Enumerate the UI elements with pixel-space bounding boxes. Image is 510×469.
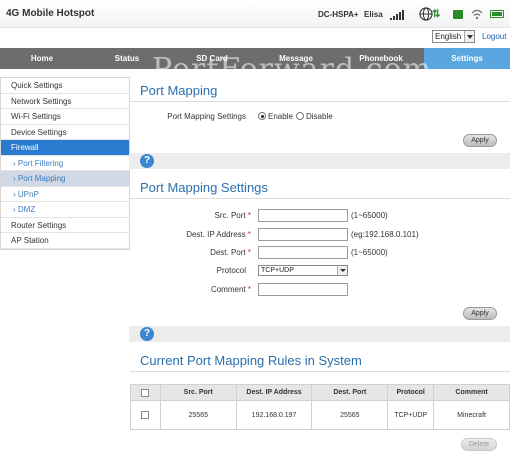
sidebar-item-firewall[interactable]: Firewall: [1, 140, 129, 156]
chevron-down-icon: [337, 266, 347, 275]
help-icon[interactable]: ?: [140, 327, 154, 341]
dest-ip-cell: 192.168.0.197: [235, 400, 313, 430]
sidebar-item-router-settings[interactable]: Router Settings: [1, 218, 129, 233]
top-header: 4G Mobile Hotspot DC-HSPA+ Elisa ⇅: [0, 0, 510, 28]
delete-button[interactable]: Delete: [461, 438, 497, 451]
dest-ip-hint: (eg:192.168.0.101): [351, 230, 419, 239]
table-row: 25565 192.168.0.197 25565 TCP+UDP Minecr…: [130, 400, 510, 430]
select-all-cell: [130, 384, 161, 401]
language-selected-value: English: [435, 32, 462, 41]
tab-settings[interactable]: Settings: [424, 48, 510, 69]
port-mapping-setting-label: Port Mapping Settings: [167, 112, 246, 121]
select-all-checkbox[interactable]: [141, 388, 150, 397]
enable-radio-label: Enable: [268, 112, 293, 121]
chevron-down-icon: [464, 31, 474, 42]
dest-port-hint: (1~65000): [351, 248, 388, 257]
app-title: 4G Mobile Hotspot: [6, 8, 95, 19]
protocol-selected-value: TCP+UDP: [261, 267, 294, 274]
sidebar-item-upnp[interactable]: UPnP: [1, 187, 129, 202]
signal-icon: [390, 8, 410, 20]
wifi-icon: [471, 9, 483, 20]
port-mapping-title: Port Mapping: [140, 83, 218, 98]
protocol-cell: TCP+UDP: [387, 400, 435, 430]
column-header: Src. Port: [159, 384, 237, 401]
row-checkbox[interactable]: [141, 411, 150, 419]
sidebar-item-device-settings[interactable]: Device Settings: [1, 125, 129, 140]
sidebar-item-port-mapping[interactable]: Port Mapping: [1, 171, 129, 187]
sim-icon: [453, 10, 463, 19]
help-icon[interactable]: ?: [140, 154, 154, 168]
logout-link[interactable]: Logout: [482, 32, 506, 41]
sidebar-item-port-filtering[interactable]: Port Filtering: [1, 156, 129, 171]
dest-ip-label: Dest. IP Address *: [186, 230, 251, 239]
tab-phonebook[interactable]: Phonebook: [338, 48, 424, 69]
globe-icon: [419, 7, 433, 21]
src-port-hint: (1~65000): [351, 211, 388, 220]
table-header-row: Src. Port Dest. IP Address Dest. Port Pr…: [130, 384, 510, 401]
tab-status[interactable]: Status: [84, 48, 170, 69]
sidebar-item-network-settings[interactable]: Network Settings: [1, 94, 129, 109]
main-nav: Home Status SD Card Message Phonebook Se…: [0, 48, 510, 69]
comment-label: Comment *: [210, 285, 251, 294]
dest-port-input[interactable]: [258, 246, 348, 259]
column-header: Comment: [433, 384, 510, 401]
sidebar-item-quick-settings[interactable]: Quick Settings: [1, 78, 129, 94]
src-port-label: Src. Port *: [214, 211, 251, 220]
disable-radio[interactable]: [296, 112, 304, 120]
protocol-label: Protocol: [216, 266, 246, 275]
carrier-label: Elisa: [364, 10, 383, 19]
src-port-input[interactable]: [258, 209, 348, 222]
sidebar-item-wifi-settings[interactable]: Wi-Fi Settings: [1, 109, 129, 125]
section-divider: [130, 198, 510, 199]
column-header: Dest. IP Address: [235, 384, 313, 401]
sidebar-item-dmz[interactable]: DMZ: [1, 202, 129, 218]
dest-port-label: Dest. Port *: [210, 248, 251, 257]
comment-cell: Minecraft: [433, 400, 510, 430]
port-mapping-settings-title: Port Mapping Settings: [140, 180, 268, 195]
rules-table: Src. Port Dest. IP Address Dest. Port Pr…: [130, 384, 510, 430]
tab-message[interactable]: Message: [254, 48, 338, 69]
src-port-cell: 25565: [159, 400, 237, 430]
data-transfer-icon: ⇅: [432, 9, 441, 20]
section-divider: [130, 371, 510, 372]
protocol-select[interactable]: TCP+UDP: [258, 265, 348, 276]
disable-radio-label: Disable: [306, 112, 333, 121]
column-header: Dest. Port: [311, 384, 389, 401]
dest-ip-input[interactable]: [258, 228, 348, 241]
rules-title: Current Port Mapping Rules in System: [140, 353, 362, 368]
help-bar: ?: [129, 153, 510, 169]
language-select[interactable]: English: [432, 30, 475, 43]
battery-icon: [490, 10, 504, 18]
row-select-cell: [130, 400, 161, 430]
sidebar-item-ap-station[interactable]: AP Station: [1, 233, 129, 249]
comment-input[interactable]: [258, 283, 348, 296]
help-bar: ?: [129, 326, 510, 342]
section-divider: [130, 101, 510, 102]
enable-radio[interactable]: [258, 112, 266, 120]
tab-sd-card[interactable]: SD Card: [170, 48, 254, 69]
column-header: Protocol: [387, 384, 435, 401]
apply-settings-button[interactable]: Apply: [463, 307, 497, 320]
apply-button[interactable]: Apply: [463, 134, 497, 147]
sidebar: Quick Settings Network Settings Wi-Fi Se…: [0, 77, 130, 250]
network-type-label: DC-HSPA+: [318, 10, 359, 19]
tab-home[interactable]: Home: [0, 48, 84, 69]
dest-port-cell: 25565: [311, 400, 389, 430]
